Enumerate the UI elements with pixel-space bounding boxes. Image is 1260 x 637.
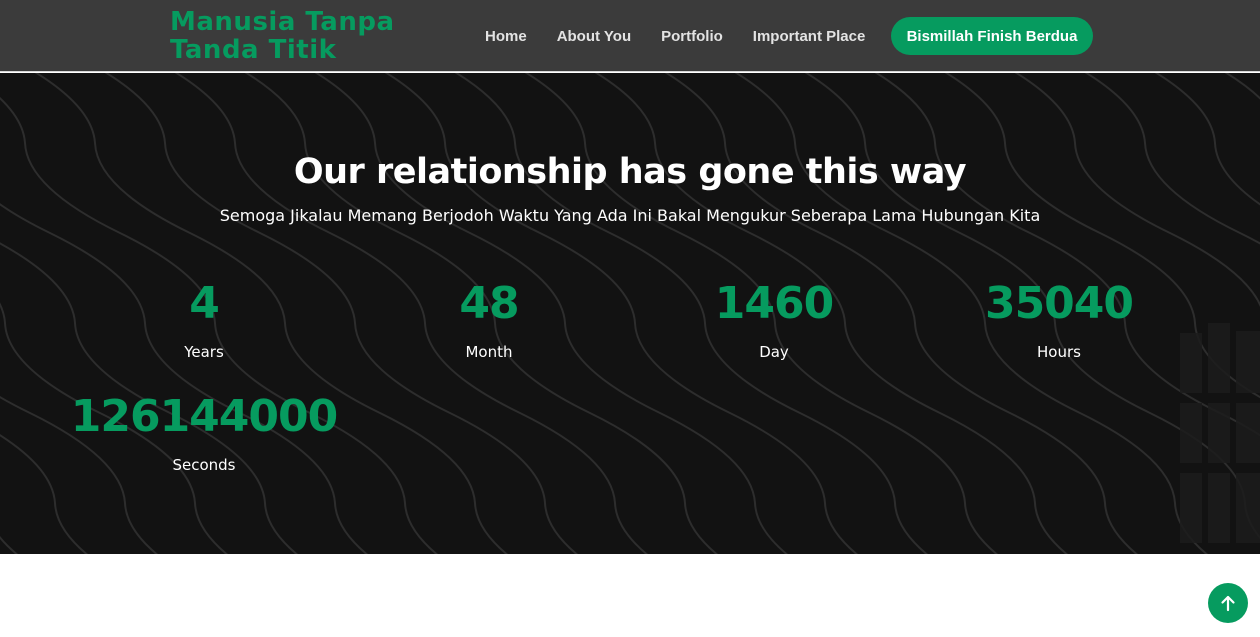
counter-label: Seconds xyxy=(172,456,236,474)
section-subtitle: Semoga Jikalau Memang Berjodoh Waktu Yan… xyxy=(219,206,1041,225)
counter-value: 126144000 xyxy=(70,391,339,442)
navbar: Manusia Tanpa Tanda Titik Home About You… xyxy=(0,0,1260,72)
counter-seconds: 126144000 Seconds xyxy=(59,391,349,475)
counter-value: 35040 xyxy=(984,278,1134,329)
nav-link-about-you[interactable]: About You xyxy=(542,28,646,45)
nav-link-portfolio[interactable]: Portfolio xyxy=(646,28,738,45)
counter-value: 1460 xyxy=(714,278,834,329)
relationship-counter-section: Our relationship has gone this way Semog… xyxy=(0,73,1260,554)
counter-month: 48 Month xyxy=(344,278,634,362)
counter-value: 48 xyxy=(459,278,519,329)
nav-link-important-place[interactable]: Important Place xyxy=(738,28,881,45)
main-nav: Home About You Portfolio Important Place xyxy=(470,0,880,72)
counter-years: 4 Years xyxy=(59,278,349,362)
counter-label: Month xyxy=(465,343,513,361)
counter-label: Day xyxy=(759,343,789,361)
site-logo[interactable]: Manusia Tanpa Tanda Titik xyxy=(170,8,410,64)
section-title: Our relationship has gone this way xyxy=(293,152,967,192)
scroll-to-top-button[interactable] xyxy=(1208,583,1248,623)
counter-label: Hours xyxy=(1037,343,1081,361)
counter-hours: 35040 Hours xyxy=(914,278,1204,362)
counter-day: 1460 Day xyxy=(629,278,919,362)
nav-link-home[interactable]: Home xyxy=(470,28,542,45)
arrow-up-icon xyxy=(1221,595,1235,612)
cta-button[interactable]: Bismillah Finish Berdua xyxy=(891,17,1093,55)
counter-label: Years xyxy=(184,343,224,361)
wave-line xyxy=(0,73,10,554)
counter-value: 4 xyxy=(189,278,220,329)
